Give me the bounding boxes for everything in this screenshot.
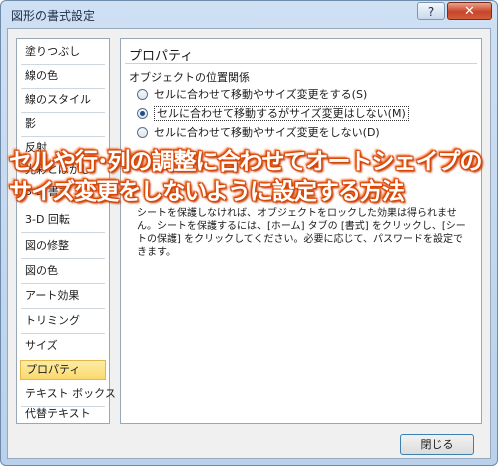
radio-icon[interactable] <box>137 127 148 138</box>
sidebar-item-shadow[interactable]: 影 <box>20 114 106 134</box>
sidebar-item-artistic-effects[interactable]: アート効果 <box>20 286 106 306</box>
divider <box>21 333 105 334</box>
divider <box>21 258 105 259</box>
panel-title: プロパティ <box>129 49 194 64</box>
sidebar-item-line-color[interactable]: 線の色 <box>20 66 106 86</box>
sidebar-item-picture-corrections[interactable]: 図の修整 <box>20 236 106 256</box>
divider <box>21 136 105 137</box>
help-button[interactable]: ? <box>417 2 445 20</box>
headline-overlay: セルや行･列の調整に合わせてオートシェイプの サイズ変更をしないように設定する方… <box>9 147 497 207</box>
protection-note: シートを保護しなければ、オブジェクトをロックした効果は得られません。シートを保護… <box>137 208 466 258</box>
window-title: 図形の書式設定 <box>11 9 96 23</box>
divider <box>21 88 105 89</box>
divider <box>21 283 105 284</box>
radio-no-move-no-size[interactable]: セルに合わせて移動やサイズ変更をしない(D) <box>137 124 380 142</box>
divider <box>21 64 105 65</box>
sidebar-item-properties[interactable]: プロパティ <box>20 360 106 380</box>
format-shape-dialog: 図形の書式設定 ? ✕ 塗りつぶし 線の色 線のスタイル 影 反射 光彩とぼかし… <box>0 0 498 466</box>
title-bar[interactable]: 図形の書式設定 ? ✕ <box>1 1 497 29</box>
sidebar-item-size[interactable]: サイズ <box>20 336 106 356</box>
sidebar-item-picture-color[interactable]: 図の色 <box>20 261 106 281</box>
dialog-body: 塗りつぶし 線の色 線のスタイル 影 反射 光彩とぼかし 3-D 書式 3-D … <box>7 28 491 459</box>
divider <box>21 308 105 309</box>
divider <box>21 112 105 113</box>
radio-label: セルに合わせて移動やサイズ変更をしない(D) <box>154 126 380 139</box>
radio-icon[interactable] <box>137 89 148 100</box>
radio-move-no-size[interactable]: セルに合わせて移動するがサイズ変更はしない(M) <box>137 105 409 123</box>
section-label: オブジェクトの位置関係 <box>129 71 250 84</box>
sidebar-item-alt-text[interactable]: 代替テキスト <box>20 405 106 423</box>
divider <box>21 232 105 233</box>
close-button[interactable]: 閉じる <box>400 434 474 455</box>
radio-label: セルに合わせて移動するがサイズ変更はしない(M) <box>154 106 409 121</box>
sidebar-item-fill[interactable]: 塗りつぶし <box>20 42 106 62</box>
radio-move-and-size[interactable]: セルに合わせて移動やサイズ変更をする(S) <box>137 86 367 104</box>
close-icon[interactable]: ✕ <box>447 2 492 20</box>
properties-panel: プロパティ オブジェクトの位置関係 セルに合わせて移動やサイズ変更をする(S) … <box>120 38 482 424</box>
headline-line-1: セルや行･列の調整に合わせてオートシェイプの <box>9 149 483 175</box>
sidebar-item-crop[interactable]: トリミング <box>20 311 106 331</box>
sidebar-item-3d-rotation[interactable]: 3-D 回転 <box>20 210 106 230</box>
headline-line-2: サイズ変更をしないように設定する方法 <box>9 179 405 205</box>
category-list: 塗りつぶし 線の色 線のスタイル 影 反射 光彩とぼかし 3-D 書式 3-D … <box>16 38 116 424</box>
radio-selected-icon[interactable] <box>137 108 148 119</box>
sidebar-item-line-style[interactable]: 線のスタイル <box>20 90 106 110</box>
divider <box>125 63 477 64</box>
sidebar-item-text-box[interactable]: テキスト ボックス <box>20 384 116 404</box>
radio-label: セルに合わせて移動やサイズ変更をする(S) <box>154 88 368 101</box>
